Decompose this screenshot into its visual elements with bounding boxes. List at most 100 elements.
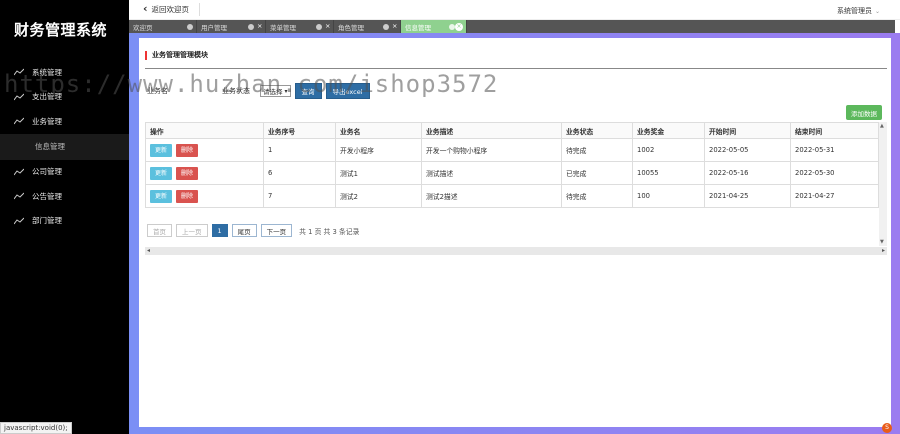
delete-button[interactable]: 删除 (176, 189, 199, 203)
scroll-up-icon[interactable]: ▲ (880, 123, 884, 129)
table-cell: 10055 (632, 161, 705, 185)
scroll-right-icon[interactable]: ▸ (882, 247, 885, 254)
column-header: 业务描述 (421, 122, 562, 139)
status-select-value: 请选择 (263, 88, 283, 96)
sidebar-item-company[interactable]: 公司管理 (0, 160, 129, 185)
close-icon[interactable]: × (325, 22, 330, 30)
column-header: 开始时间 (704, 122, 791, 139)
sidebar-item-label: 系统管理 (32, 67, 62, 77)
tab-menus[interactable]: 菜单管理 × (266, 20, 334, 33)
table-cell: 2022-05-05 (704, 138, 791, 162)
update-button[interactable]: 更新 (150, 189, 173, 203)
table-cell: 测试描述 (421, 161, 562, 185)
sidebar-menu: 系统管理 支出管理 业务管理 信息管理 公司管理 公告管理 部门管理 (0, 60, 129, 233)
horizontal-scrollbar[interactable]: ◂ ▸ (145, 247, 887, 255)
table-cell: 7 (263, 184, 336, 208)
content-frame: 业务管理管理模块 业务名 业务状态 请选择 ▾ 查询 导出excel 添加数据 操… (129, 33, 900, 434)
back-label: 返回欢迎页 (151, 4, 190, 14)
table-cell: 2021-04-25 (704, 184, 791, 208)
scroll-left-icon[interactable]: ◂ (147, 247, 150, 254)
tab-label: 欢迎页 (133, 23, 153, 32)
table-cell: 2022-05-31 (790, 138, 879, 162)
prev-page-button[interactable]: 上一页 (176, 224, 208, 237)
page-title: 业务管理管理模块 (145, 51, 208, 60)
scroll-down-icon[interactable]: ▼ (880, 239, 884, 245)
tab-status-dot (383, 23, 389, 30)
tab-status-dot (316, 23, 322, 30)
sidebar-item-label: 公司管理 (32, 167, 62, 177)
tab-status-dot (248, 23, 254, 30)
vertical-scrollbar[interactable]: ▲ ▼ (879, 122, 887, 246)
table-cell: 测试2描述 (421, 184, 562, 208)
content-panel: 业务管理管理模块 业务名 业务状态 请选择 ▾ 查询 导出excel 添加数据 操… (139, 38, 891, 427)
chevron-down-icon: ⌄ (874, 8, 880, 15)
delete-button[interactable]: 删除 (176, 143, 199, 157)
chart-icon (14, 217, 24, 225)
table-cell: 测试1 (335, 161, 422, 185)
sidebar-item-label: 支出管理 (32, 92, 62, 102)
sidebar-item-label: 信息管理 (35, 142, 65, 151)
close-icon[interactable]: × (392, 22, 397, 30)
brand-title: 财务管理系统 (14, 21, 108, 39)
tab-info[interactable]: 信息管理 × (401, 20, 467, 33)
pagination-info: 共 1 页 共 3 条记录 (299, 227, 360, 236)
chart-icon (14, 68, 24, 76)
sidebar-item-expense[interactable]: 支出管理 (0, 85, 129, 110)
status-select[interactable]: 请选择 ▾ (260, 85, 291, 97)
add-data-button[interactable]: 添加数据 (846, 105, 882, 120)
query-button[interactable]: 查询 (294, 83, 322, 99)
sidebar-item-label: 部门管理 (32, 216, 62, 226)
close-icon[interactable]: × (257, 22, 262, 30)
tab-welcome[interactable]: 欢迎页 (129, 20, 197, 33)
chevron-down-icon: ▾ (284, 87, 288, 95)
tab-label: 用户管理 (201, 23, 227, 32)
update-button[interactable]: 更新 (150, 143, 173, 157)
table-cell: 开发小程序 (335, 138, 422, 162)
sidebar-item-notice[interactable]: 公告管理 (0, 184, 129, 209)
sidebar-item-department[interactable]: 部门管理 (0, 209, 129, 234)
first-page-button[interactable]: 首页 (147, 224, 172, 237)
user-name: 系统管理员 (836, 7, 872, 15)
tab-users[interactable]: 用户管理 × (197, 20, 266, 33)
table-cell: 待完成 (561, 184, 633, 208)
column-header: 结束时间 (790, 122, 879, 139)
chart-icon (14, 192, 24, 200)
delete-button[interactable]: 删除 (176, 166, 199, 180)
back-to-welcome-link[interactable]: ‹ 返回欢迎页 (143, 3, 189, 15)
current-page-button[interactable]: 1 (211, 224, 228, 237)
column-header: 操作 (145, 122, 264, 139)
chart-icon (14, 168, 24, 176)
sidebar-subitem-info[interactable]: 信息管理 (0, 133, 129, 160)
tab-status-dot (187, 23, 193, 30)
last-page-button[interactable]: 尾页 (231, 224, 257, 237)
close-icon[interactable]: × (455, 22, 463, 31)
tab-label: 角色管理 (338, 23, 364, 32)
data-table: 操作 业务序号 业务名 业务描述 业务状态 业务奖金 开始时间 结束时间 更新删… (145, 122, 879, 208)
tab-roles[interactable]: 角色管理 × (334, 20, 401, 33)
table-row: 更新 删除 6 测试1 测试描述 已完成 10055 2022-05-16 202… (145, 161, 879, 185)
user-menu[interactable]: 系统管理员 ⌄ (837, 6, 880, 16)
sidebar-item-system[interactable]: 系统管理 (0, 60, 129, 85)
chart-icon (14, 93, 24, 101)
export-excel-button[interactable]: 导出excel (325, 83, 370, 99)
column-header: 业务奖金 (632, 122, 705, 139)
floating-badge-icon[interactable]: S (882, 423, 892, 433)
table-cell: 2022-05-30 (790, 161, 879, 185)
next-page-button[interactable]: 下一页 (260, 224, 293, 237)
tab-label: 信息管理 (405, 23, 431, 32)
sidebar-item-business[interactable]: 业务管理 (0, 109, 129, 134)
table-cell: 已完成 (561, 161, 633, 185)
table-cell: 2022-05-16 (704, 161, 791, 185)
pagination: 首页 上一页 1 尾页 下一页 共 1 页 共 3 条记录 (147, 224, 359, 237)
update-button[interactable]: 更新 (150, 166, 173, 180)
business-name-label: 业务名 (147, 87, 168, 95)
chevron-left-icon: ‹ (143, 2, 148, 15)
table-header-row: 操作 业务序号 业务名 业务描述 业务状态 业务奖金 开始时间 结束时间 (145, 122, 879, 139)
actions-cell: 更新 删除 (145, 184, 264, 208)
divider (145, 68, 887, 69)
browser-status-bar: javascript:void(0); (0, 422, 72, 434)
table-cell: 1002 (632, 138, 705, 162)
table-cell: 测试2 (335, 184, 422, 208)
divider (199, 3, 200, 16)
column-header: 业务序号 (263, 122, 336, 139)
